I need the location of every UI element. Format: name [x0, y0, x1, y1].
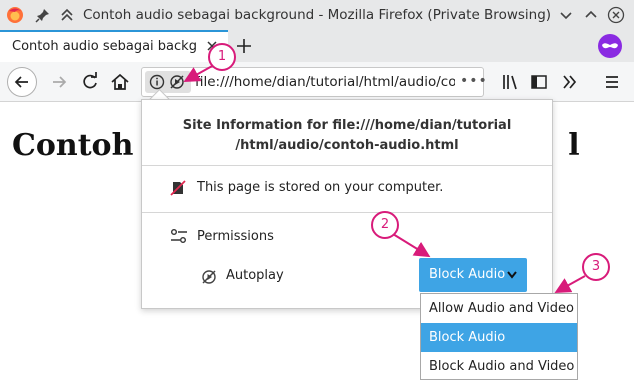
local-file-icon	[170, 180, 186, 196]
stored-on-computer-text: This page is stored on your computer.	[197, 180, 444, 195]
permissions-label: Permissions	[197, 229, 274, 244]
chevron-down-icon	[507, 271, 517, 279]
overflow-chevron-icon[interactable]	[556, 68, 584, 96]
back-arrow-icon	[14, 76, 28, 88]
autoplay-dropdown-list: Allow Audio and Video Block Audio Block …	[420, 293, 578, 380]
page-actions-button[interactable]: •••	[460, 73, 488, 89]
tab-strip: Contoh audio sebagai backgr	[0, 30, 634, 62]
window-titlebar: Contoh audio sebagai background - Mozill…	[0, 0, 634, 30]
back-button[interactable]	[7, 67, 37, 97]
autoplay-icon	[202, 270, 216, 284]
forward-arrow-icon[interactable]	[45, 68, 73, 96]
panel-divider	[142, 165, 552, 166]
autoplay-select[interactable]: Block Audio	[419, 258, 527, 292]
url-text[interactable]: file:///home/dian/tutorial/html/audio/co	[195, 74, 455, 90]
annotation-badge-2: 2	[371, 211, 399, 239]
sidebar-icon[interactable]	[525, 68, 553, 96]
panel-header-line1: Site Information for file:///home/dian/t…	[182, 118, 512, 133]
option-block-audio-video[interactable]: Block Audio and Video	[421, 352, 577, 381]
tab-label: Contoh audio sebagai backgr	[12, 39, 197, 54]
minimize-icon[interactable]	[557, 6, 575, 24]
annotation-arrow-3	[554, 275, 586, 293]
autoplay-select-value: Block Audio	[429, 267, 506, 282]
info-icon	[149, 74, 165, 90]
private-browsing-icon	[598, 34, 622, 58]
navigation-toolbar: file:///home/dian/tutorial/html/audio/co…	[0, 62, 634, 102]
autoplay-label: Autoplay	[226, 268, 284, 283]
panel-header-line2: /html/audio/contoh-audio.html	[235, 138, 459, 153]
library-icon[interactable]	[496, 68, 524, 96]
autoplay-blocked-icon	[170, 75, 184, 89]
close-window-icon[interactable]	[607, 6, 625, 24]
hamburger-menu-icon[interactable]	[598, 68, 626, 96]
option-block-audio[interactable]: Block Audio	[421, 323, 577, 352]
address-bar[interactable]: file:///home/dian/tutorial/html/audio/co…	[141, 67, 487, 97]
maximize-icon[interactable]	[582, 6, 600, 24]
panel-divider	[142, 212, 552, 213]
annotation-badge-3: 3	[582, 253, 610, 281]
permissions-icon	[171, 229, 187, 243]
panel-header: Site Information for file:///home/dian/t…	[142, 116, 552, 156]
tab-contoh-audio[interactable]: Contoh audio sebagai backgr	[0, 30, 228, 62]
window-title: Contoh audio sebagai background - Mozill…	[82, 7, 552, 23]
reload-icon[interactable]	[76, 68, 104, 96]
page-heading-right: l	[568, 128, 580, 163]
new-tab-icon[interactable]	[234, 36, 254, 56]
annotation-badge-1: 1	[208, 43, 236, 71]
home-icon[interactable]	[106, 68, 134, 96]
site-info-button[interactable]	[145, 71, 191, 93]
option-allow-audio-video[interactable]: Allow Audio and Video	[421, 294, 577, 323]
